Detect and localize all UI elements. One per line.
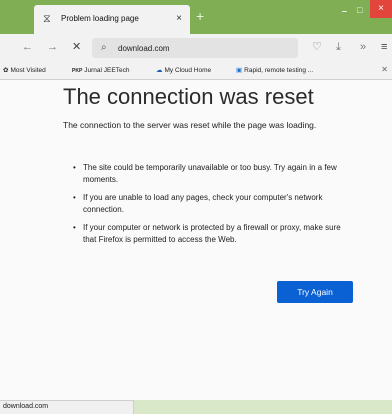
bookmark-rapid-remote-testing[interactable]: ▣ Rapid, remote testing ... — [236, 66, 313, 75]
browser-window: ⧖ Problem loading page × + – □ × ← → ✕ ⌕… — [0, 0, 392, 414]
window-close-icon[interactable]: × — [370, 0, 392, 18]
minimize-icon[interactable]: – — [342, 6, 347, 16]
pocket-icon[interactable]: ♡ — [312, 41, 322, 54]
forward-arrow-icon[interactable]: → — [47, 41, 58, 54]
suggestion-item: If you are unable to load any pages, che… — [63, 192, 353, 216]
bookmark-label: Most Visited — [10, 67, 46, 74]
back-arrow-icon[interactable]: ← — [22, 41, 33, 54]
title-bar: ⧖ Problem loading page × + – □ × — [0, 0, 392, 34]
address-bar[interactable]: ⌕ download.com — [92, 38, 298, 58]
square-site-icon: ▣ — [236, 67, 243, 74]
bookmark-label: Jurnal JEETech — [84, 67, 130, 74]
gear-flower-icon: ✿ — [3, 67, 9, 74]
bookmarks-toolbar: ✿ Most Visited PKP Jurnal JEETech ☁ My Clou… — [0, 62, 392, 80]
url-text[interactable]: download.com — [118, 44, 170, 53]
tab-problem-loading[interactable]: ⧖ Problem loading page × — [34, 5, 190, 34]
overflow-chevron-icon[interactable]: » — [360, 41, 366, 54]
pkp-icon: PKP — [72, 68, 83, 74]
try-again-button[interactable]: Try Again — [277, 281, 353, 303]
bookmark-my-cloud-home[interactable]: ☁ My Cloud Home — [156, 66, 211, 75]
error-title: The connection was reset — [63, 84, 314, 109]
warning-page-icon: ⧖ — [43, 13, 51, 25]
bookmark-jurnal-jeetech[interactable]: PKP Jurnal JEETech — [72, 66, 129, 76]
suggestion-item: The site could be temporarily unavailabl… — [63, 162, 353, 186]
cloud-icon: ☁ — [156, 67, 163, 74]
download-icon[interactable]: ⤓ — [336, 41, 341, 54]
bookmark-label: Rapid, remote testing ... — [244, 67, 314, 74]
status-url: download.com — [3, 403, 49, 410]
new-tab-icon[interactable]: + — [196, 9, 204, 23]
error-description: The connection to the server was reset w… — [63, 120, 317, 130]
tab-close-icon[interactable]: × — [176, 12, 182, 25]
bookmarks-close-icon[interactable]: ✕ — [381, 65, 388, 75]
error-suggestions: The site could be temporarily unavailabl… — [63, 162, 353, 252]
suggestion-item: If your computer or network is protected… — [63, 222, 353, 246]
tab-title: Problem loading page — [61, 14, 139, 23]
navigation-bar: ← → ✕ ⌕ download.com ♡ ⤓ » ≡ — [0, 34, 392, 62]
hamburger-menu-icon[interactable]: ≡ — [381, 41, 387, 54]
bookmark-label: My Cloud Home — [164, 67, 212, 74]
stop-icon[interactable]: ✕ — [72, 41, 81, 54]
maximize-icon[interactable]: □ — [357, 4, 362, 16]
search-icon: ⌕ — [101, 42, 107, 53]
status-bar: download.com — [0, 400, 134, 414]
bookmark-most-visited[interactable]: ✿ Most Visited — [3, 66, 46, 75]
